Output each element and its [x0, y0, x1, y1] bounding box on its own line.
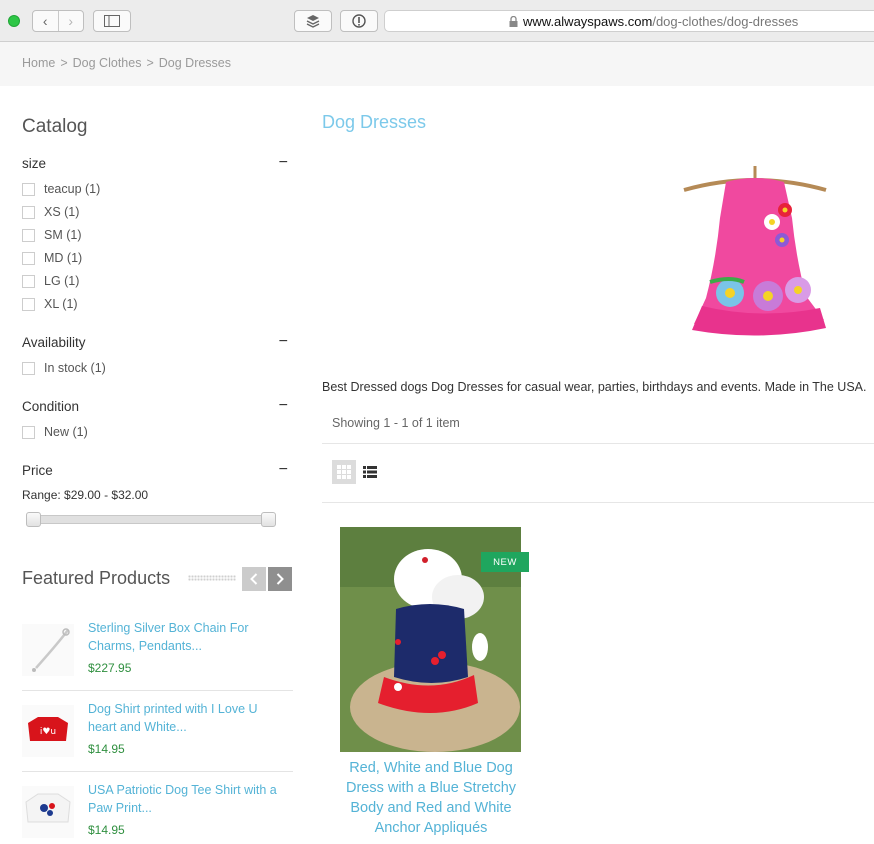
checkbox[interactable]: [22, 361, 35, 375]
filter-price-header[interactable]: Price −: [22, 462, 290, 479]
category-title: Dog Dresses: [322, 112, 427, 132]
featured-product-price: $14.95: [88, 823, 125, 837]
collapse-icon[interactable]: −: [279, 334, 288, 350]
featured-product-price: $227.95: [88, 661, 132, 675]
collapse-icon[interactable]: −: [279, 398, 288, 414]
checkbox[interactable]: [22, 274, 35, 288]
filter-option-xl[interactable]: XL (1): [22, 297, 78, 311]
filter-option-label: XL (1): [44, 297, 78, 311]
filter-option-teacup[interactable]: teacup (1): [22, 182, 100, 196]
category-description: Best Dressed dogs Dog Dresses for casual…: [322, 380, 867, 394]
checkbox[interactable]: [22, 251, 35, 265]
category-banner-image: [640, 148, 870, 368]
breadcrumb-home[interactable]: Home: [22, 56, 55, 70]
svg-text:i♥u: i♥u: [40, 727, 56, 737]
divider: [22, 771, 293, 772]
featured-product-title[interactable]: USA Patriotic Dog Tee Shirt with a Paw P…: [88, 781, 288, 817]
filter-option-xs[interactable]: XS (1): [22, 205, 79, 219]
filter-option-label: SM (1): [44, 228, 82, 242]
price-slider-max-handle[interactable]: [261, 512, 276, 527]
grid-view-button[interactable]: [332, 460, 356, 484]
featured-prev-button[interactable]: [242, 567, 266, 591]
featured-product-image[interactable]: [22, 786, 74, 838]
filter-availability-header[interactable]: Availability −: [22, 334, 290, 351]
chevron-right-icon: [276, 573, 284, 585]
layers-button[interactable]: [294, 10, 332, 32]
filter-option-label: XS (1): [44, 205, 80, 219]
window-zoom-button[interactable]: [8, 15, 20, 27]
sidebar-toggle-button[interactable]: [93, 10, 131, 32]
filter-condition-title: Condition: [22, 399, 80, 414]
breadcrumb-dog-clothes[interactable]: Dog Clothes: [73, 56, 142, 70]
featured-products-title: Featured Products: [22, 568, 171, 588]
checkbox[interactable]: [22, 425, 35, 439]
divider: [22, 690, 293, 691]
filter-availability-title: Availability: [22, 335, 86, 350]
collapse-icon[interactable]: −: [279, 462, 288, 478]
featured-product-image[interactable]: i♥u: [22, 705, 74, 757]
filter-option-in-stock[interactable]: In stock (1): [22, 361, 106, 375]
filter-condition-header[interactable]: Condition −: [22, 398, 290, 415]
filter-option-sm[interactable]: SM (1): [22, 228, 82, 242]
chevron-left-icon: [250, 573, 258, 585]
breadcrumb: Home > Dog Clothes > Dog Dresses: [22, 56, 231, 70]
list-view-icon: [363, 466, 377, 478]
forward-button[interactable]: ›: [57, 11, 84, 31]
checkbox[interactable]: [22, 182, 35, 196]
filter-option-label: In stock (1): [44, 361, 106, 375]
layers-icon: [306, 15, 320, 28]
featured-product-title[interactable]: Dog Shirt printed with I Love U heart an…: [88, 700, 288, 736]
featured-product-image[interactable]: [22, 624, 74, 676]
divider: [322, 502, 874, 503]
price-slider-min-handle[interactable]: [26, 512, 41, 527]
url-host: www.alwayspaws.com: [523, 13, 653, 29]
collapse-icon[interactable]: −: [279, 155, 288, 171]
back-button[interactable]: ‹: [33, 11, 58, 31]
catalog-title: Catalog: [22, 116, 88, 137]
divider: [322, 443, 874, 444]
address-bar[interactable]: www.alwayspaws.com/dog-clothes/dog-dress…: [384, 10, 874, 32]
new-badge: NEW: [481, 552, 529, 572]
list-view-button[interactable]: [362, 464, 378, 480]
breadcrumb-separator: >: [146, 56, 154, 70]
filter-size-header[interactable]: size −: [22, 155, 290, 172]
filter-option-new[interactable]: New (1): [22, 425, 88, 439]
nav-buttons: ‹ ›: [32, 10, 84, 32]
breadcrumb-separator: >: [60, 56, 68, 70]
checkbox[interactable]: [22, 205, 35, 219]
url-path: /dog-clothes/dog-dresses: [652, 13, 799, 29]
filter-option-md[interactable]: MD (1): [22, 251, 82, 265]
sidebar-toggle-icon: [104, 15, 120, 27]
grid-view-icon: [337, 465, 351, 479]
featured-product-title[interactable]: Sterling Silver Box Chain For Charms, Pe…: [88, 619, 288, 655]
filter-size-title: size: [22, 156, 47, 171]
breadcrumb-dog-dresses: Dog Dresses: [158, 56, 232, 70]
filter-option-label: New (1): [44, 425, 88, 439]
title-divider-dots: [188, 575, 236, 581]
info-button[interactable]: [340, 10, 378, 32]
checkbox[interactable]: [22, 228, 35, 242]
filter-option-label: MD (1): [44, 251, 83, 265]
price-slider-track[interactable]: [28, 515, 272, 524]
price-range-label: Range: $29.00 - $32.00: [22, 488, 149, 502]
filter-option-lg[interactable]: LG (1): [22, 274, 79, 288]
featured-next-button[interactable]: [268, 567, 292, 591]
product-title-link[interactable]: Red, White and Blue Dog Dress with a Blu…: [334, 758, 528, 838]
info-icon: [352, 14, 366, 28]
product-count: Showing 1 - 1 of 1 item: [332, 416, 460, 430]
filter-option-label: teacup (1): [44, 182, 101, 196]
featured-product-price: $14.95: [88, 742, 125, 756]
checkbox[interactable]: [22, 297, 35, 311]
lock-icon: [509, 15, 518, 27]
filter-price-title: Price: [22, 463, 53, 478]
filter-option-label: LG (1): [44, 274, 80, 288]
